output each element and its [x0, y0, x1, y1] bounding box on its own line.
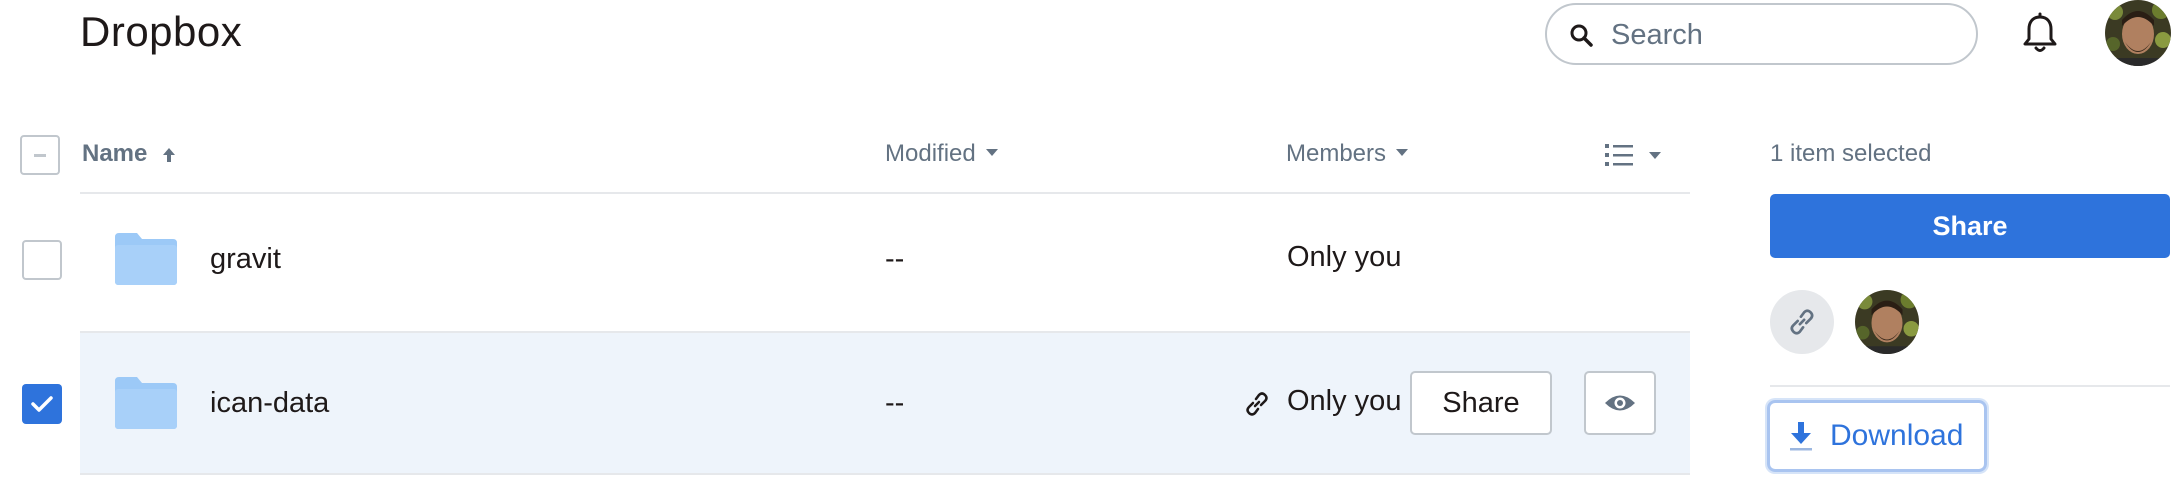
view-options-button[interactable]: [1605, 142, 1662, 173]
members-cell: Only you: [1287, 385, 1402, 417]
preview-button[interactable]: [1584, 371, 1656, 435]
chevron-down-icon: [1396, 149, 1409, 157]
avatar-image: [2105, 0, 2171, 66]
row-share-button[interactable]: Share: [1410, 371, 1552, 435]
sort-ascending-icon: [163, 147, 176, 162]
list-view-icon: [1605, 144, 1633, 166]
download-button[interactable]: Download: [1767, 400, 1987, 472]
bell-icon: [2023, 12, 2057, 52]
modified-cell: --: [885, 243, 905, 275]
member-avatar[interactable]: [1855, 290, 1919, 354]
modified-cell: --: [885, 387, 905, 419]
column-header-members[interactable]: Members: [1286, 140, 1409, 168]
link-icon: [1790, 309, 1814, 335]
select-all-checkbox[interactable]: [20, 135, 60, 175]
column-header-members-label: Members: [1286, 140, 1387, 167]
page-title: Dropbox: [80, 8, 243, 55]
file-name[interactable]: gravit: [210, 243, 281, 276]
avatar-image: [1855, 290, 1919, 354]
chevron-down-icon: [985, 149, 998, 157]
download-icon: [1790, 422, 1812, 451]
file-name[interactable]: ican-data: [210, 387, 329, 420]
column-header-modified[interactable]: Modified: [885, 140, 998, 168]
row-checkbox[interactable]: [22, 240, 62, 280]
table-row[interactable]: gravit -- Only you: [0, 194, 1690, 330]
search-box[interactable]: [1545, 3, 1978, 65]
link-icon[interactable]: [1243, 390, 1271, 423]
user-avatar[interactable]: [2105, 0, 2171, 66]
download-label: Download: [1830, 419, 1964, 452]
members-cell: Only you: [1287, 241, 1402, 273]
eye-icon: [1605, 395, 1635, 411]
selection-count: 1 item selected: [1770, 140, 1932, 167]
check-icon: [31, 396, 53, 412]
column-header-name-label: Name: [82, 140, 148, 167]
column-header-modified-label: Modified: [885, 140, 976, 167]
copy-link-button[interactable]: [1770, 290, 1834, 354]
chevron-down-icon: [1649, 152, 1662, 160]
search-input[interactable]: [1611, 15, 1951, 55]
share-button[interactable]: Share: [1770, 194, 2170, 258]
panel-divider: [1770, 385, 2170, 387]
notifications-button[interactable]: [2020, 12, 2060, 61]
folder-icon: [115, 377, 177, 434]
search-icon: [1570, 24, 1593, 47]
column-header-name[interactable]: Name: [82, 140, 176, 168]
row-checkbox-checked[interactable]: [22, 384, 62, 424]
folder-icon: [115, 233, 177, 290]
